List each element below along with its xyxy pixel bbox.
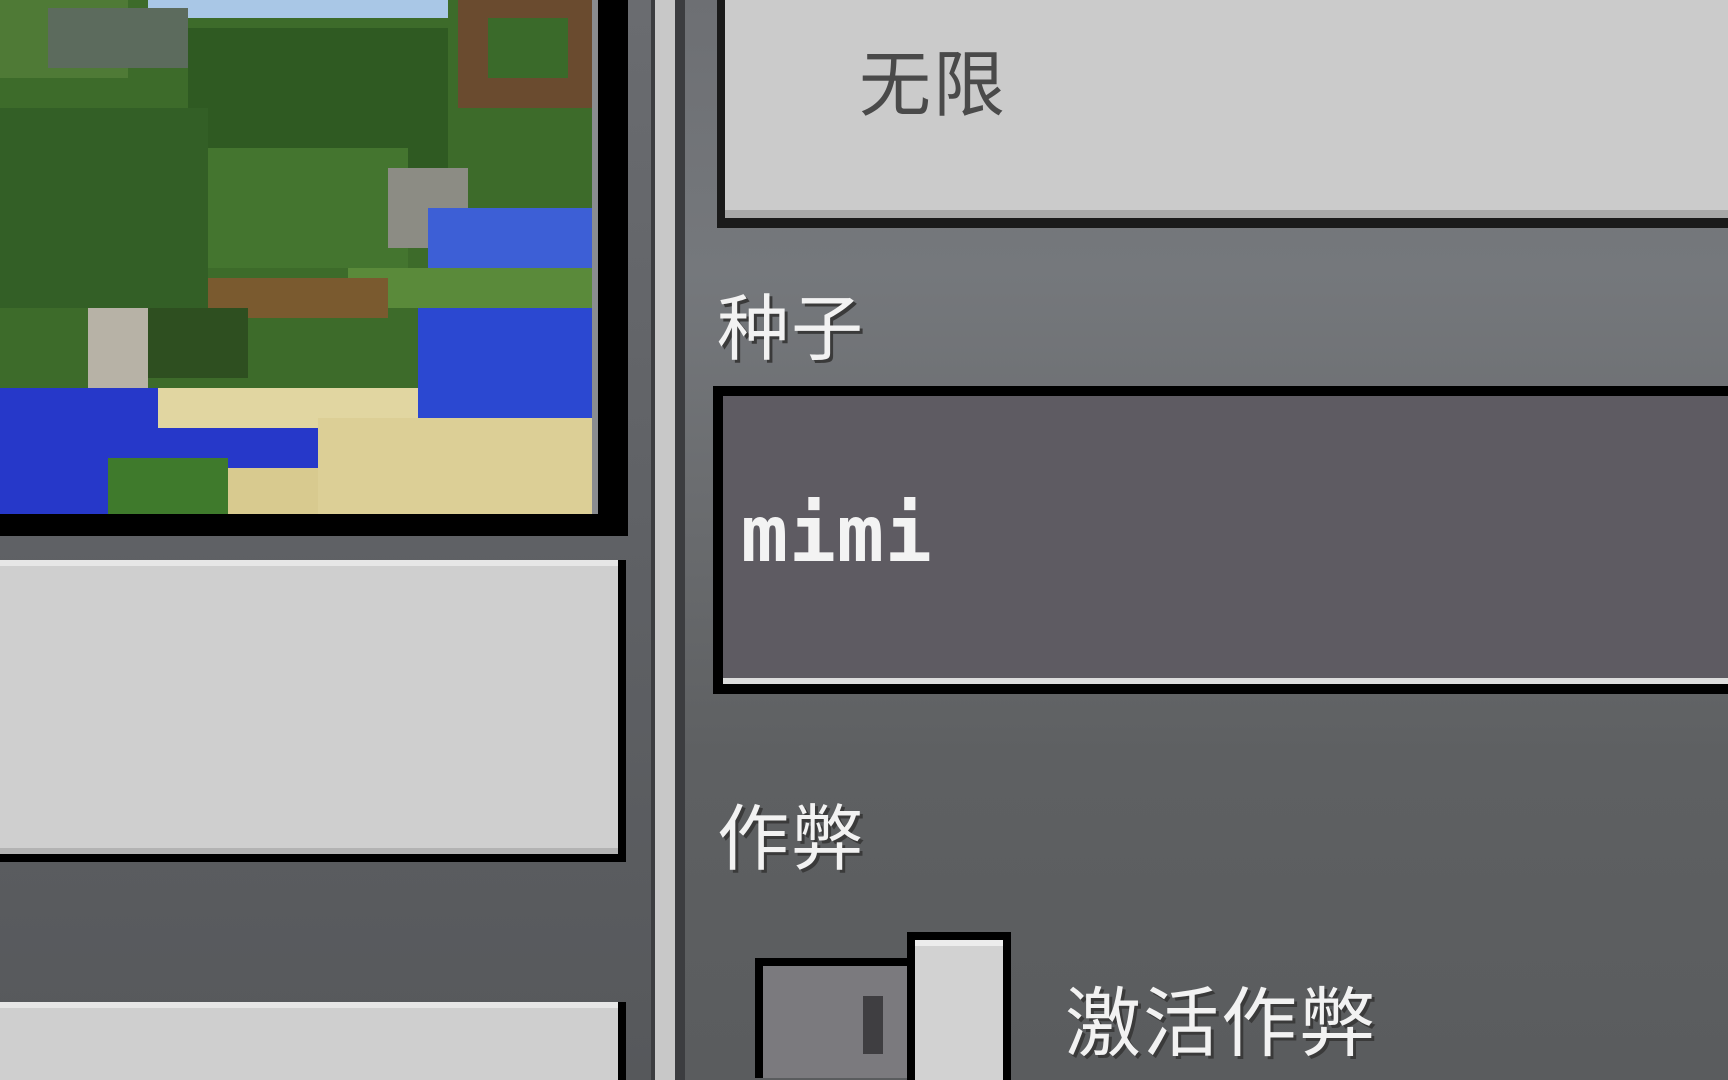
world-settings-panel: 无限 种子 mimi 作弊 激活作弊 (685, 0, 1728, 1080)
cheats-label: 作弊 (717, 797, 866, 881)
toggle-off-indicator-icon (863, 996, 883, 1054)
world-preview-image (0, 0, 598, 514)
left-option-button-lower[interactable] (0, 1002, 626, 1080)
activate-cheats-toggle[interactable] (755, 932, 1025, 1080)
left-option-button[interactable] (0, 560, 626, 862)
toggle-knob[interactable] (907, 932, 1011, 1080)
left-panel (0, 0, 651, 1080)
seed-input-value: mimi (741, 490, 933, 580)
world-type-value: 无限 (859, 43, 1008, 127)
panel-divider-scrollbar (651, 0, 685, 1080)
world-type-selector[interactable]: 无限 (717, 0, 1728, 228)
world-preview-frame (0, 0, 628, 536)
seed-label: 种子 (717, 287, 866, 371)
activate-cheats-label: 激活作弊 (1065, 979, 1377, 1068)
